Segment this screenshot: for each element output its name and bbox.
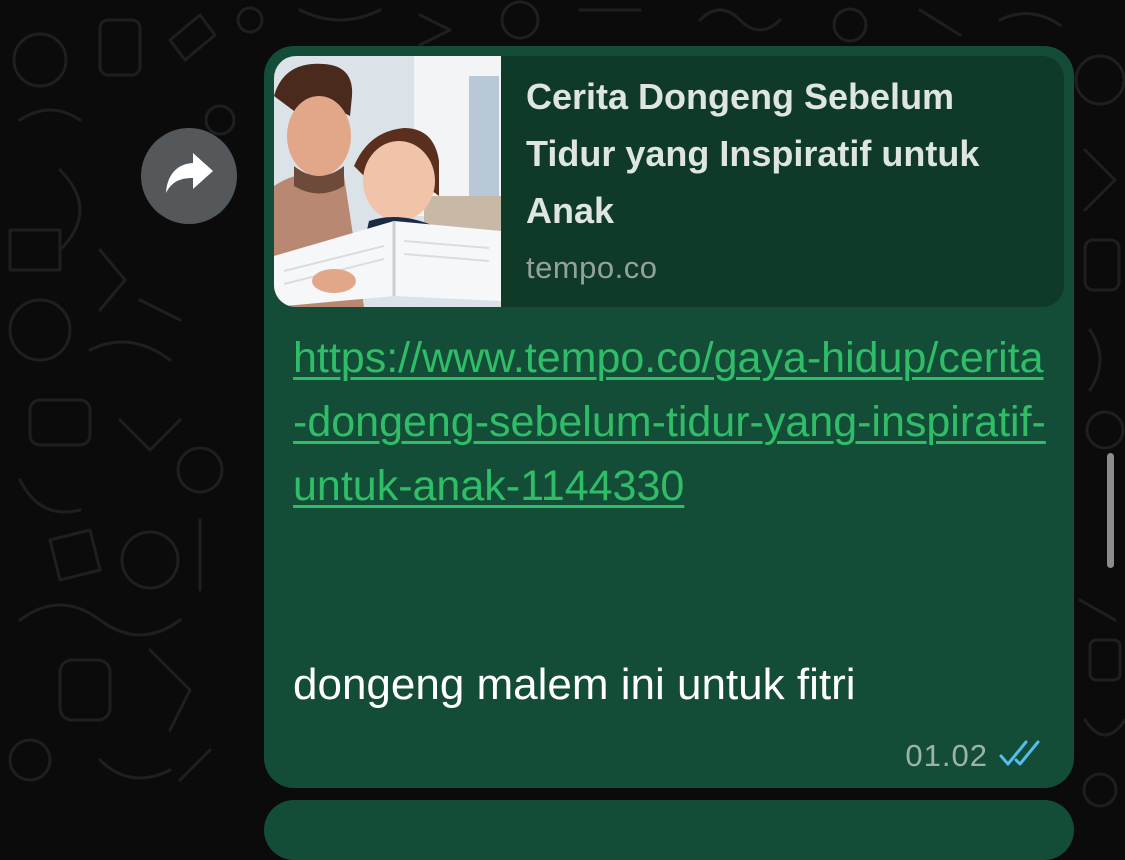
link-preview-thumbnail bbox=[274, 56, 501, 307]
forward-button[interactable] bbox=[141, 128, 237, 224]
message-timestamp: 01.02 bbox=[905, 738, 988, 773]
message-meta: 01.02 bbox=[905, 738, 1046, 774]
chat-scrollbar[interactable] bbox=[1107, 453, 1114, 568]
double-check-icon bbox=[998, 739, 1046, 774]
link-preview-domain: tempo.co bbox=[526, 250, 658, 285]
outgoing-message-bubble[interactable]: Cerita Dongeng Sebelum Tidur yang Inspir… bbox=[264, 46, 1074, 788]
forward-arrow-icon bbox=[163, 151, 215, 202]
message-link[interactable]: https://www.tempo.co/gaya-hidup/cerita-d… bbox=[293, 326, 1053, 518]
link-preview-card[interactable]: Cerita Dongeng Sebelum Tidur yang Inspir… bbox=[274, 56, 1064, 307]
link-preview-title: Cerita Dongeng Sebelum Tidur yang Inspir… bbox=[526, 76, 980, 231]
message-text: dongeng malem ini untuk fitri bbox=[293, 660, 856, 709]
next-message-bubble[interactable] bbox=[264, 800, 1074, 860]
